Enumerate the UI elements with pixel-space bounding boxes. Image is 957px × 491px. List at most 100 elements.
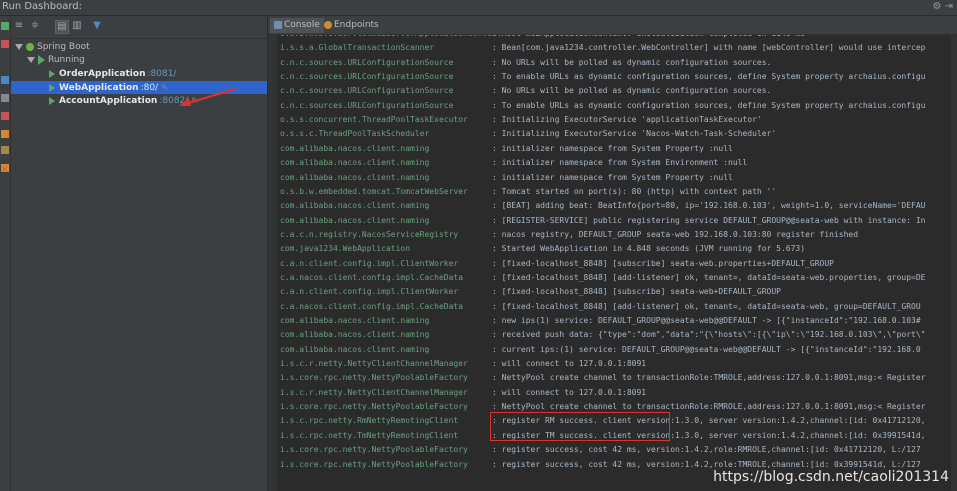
log-logger: com.alibaba.nacos.client.naming <box>280 143 430 153</box>
log-logger: c.a.nacos.client.config.impl.CacheData <box>280 272 464 282</box>
rerun-icon[interactable] <box>1 22 9 30</box>
collapse-all-icon[interactable]: ≑ <box>29 20 41 32</box>
expand-all-icon[interactable]: ≡ <box>13 20 25 32</box>
log-logger: c.n.c.sources.URLConfigurationSource <box>280 86 454 96</box>
title-bar: Run Dashboard: ⚙ ⇥ <box>0 0 957 16</box>
log-message: : will connect to 127.0.0.1:8091 <box>492 387 647 397</box>
log-message: : No URLs will be polled as dynamic conf… <box>492 57 772 67</box>
log-line: com.alibaba.nacos.client.naming : current… <box>280 343 921 357</box>
log-logger: com.alibaba.nacos.client.naming <box>280 330 430 340</box>
app-name: WebApplication <box>59 83 139 93</box>
log-message: : Bean[com.java1234.controller.WebContro… <box>492 43 926 53</box>
log-message: : current ips:(1) service: DEFAULT_GROUP… <box>492 344 921 354</box>
running-icon <box>38 54 45 65</box>
log-line: c.n.c.sources.URLConfigurationSource : No… <box>280 84 771 98</box>
stop-icon[interactable] <box>1 40 9 48</box>
log-logger: o.s.b.w.s.c.ServletWebServerApplicationC… <box>280 35 502 41</box>
log-message: : initializer namespace from System Prop… <box>492 172 733 182</box>
log-logger: i.s.core.rpc.netty.NettyPoolableFactory <box>280 459 468 469</box>
tree-node-spring-boot[interactable]: Spring Boot <box>15 41 90 54</box>
endpoints-icon <box>324 20 332 29</box>
window-controls[interactable]: ⚙ ⇥ <box>932 1 953 12</box>
log-message: : will connect to 127.0.0.1:8091 <box>492 359 647 369</box>
log-line: com.alibaba.nacos.client.naming : initial… <box>280 142 733 156</box>
tab-label: Console <box>284 20 320 30</box>
log-logger: i.s.c.rpc.netty.RmNettyRemotingClient <box>280 416 459 426</box>
log-logger: i.s.c.rpc.netty.TmNettyRemotingClient <box>280 430 459 440</box>
log-logger: c.a.c.n.registry.NacosServiceRegistry <box>280 229 459 239</box>
tree-node-running[interactable]: Running <box>27 54 85 67</box>
log-message: : Started WebApplication in 4.848 second… <box>492 244 806 254</box>
edit-icon[interactable]: ✎ <box>161 83 168 92</box>
tree-toolbar: ≡ ≑ ▤ ▥ ▼ <box>11 16 267 39</box>
log-message: : [fixed-localhost_8848] [subscribe] sea… <box>492 287 781 297</box>
run-config-icon <box>49 83 55 92</box>
log-logger: com.alibaba.nacos.client.naming <box>280 316 430 325</box>
tree-node-label: Running <box>48 55 85 65</box>
group-by-type-icon[interactable]: ▤ <box>55 20 69 34</box>
run-config-icon <box>49 69 55 78</box>
log-message: : To enable URLs as dynamic configuratio… <box>492 100 926 110</box>
log-line: i.s.core.rpc.netty.NettyPoolableFactory:… <box>280 443 921 457</box>
log-logger: c.a.n.client.config.impl.ClientWorker <box>280 287 459 297</box>
settings-icon[interactable] <box>1 146 9 154</box>
log-message: : received push data: {"type":"dom","dat… <box>492 330 926 340</box>
tree-node-order-application[interactable]: OrderApplication:8081/ <box>49 68 176 81</box>
watermark: https://blog.csdn.net/caoli201314 <box>713 469 949 485</box>
log-line: com.alibaba.nacos.client.naming: initial… <box>280 171 733 185</box>
log-message: : [BEAT] adding beat: BeatInfo{port=80, … <box>492 201 926 211</box>
log-line: o.s.s.c.ThreadPoolTaskScheduler : Initial… <box>280 127 776 141</box>
app-name: AccountApplication <box>59 96 158 106</box>
log-line: com.java1234.WebApplication: Started Web… <box>280 242 805 256</box>
log-line: o.s.s.concurrent.ThreadPoolTaskExecutor:… <box>280 113 762 127</box>
vertical-scrollbar[interactable] <box>951 35 957 491</box>
log-line: c.a.nacos.client.config.impl.CacheData : … <box>280 271 925 285</box>
log-logger: com.alibaba.nacos.client.naming <box>280 201 430 211</box>
exit-icon[interactable] <box>1 112 9 120</box>
log-line: i.s.core.rpc.netty.NettyPoolableFactory:… <box>280 371 925 385</box>
filter-icon[interactable]: ▼ <box>91 20 103 32</box>
run-config-icon <box>49 96 55 105</box>
pause-icon[interactable] <box>1 76 9 84</box>
group-by-status-icon[interactable]: ▥ <box>71 20 83 32</box>
expand-arrow-icon[interactable] <box>27 56 35 63</box>
log-line: com.alibaba.nacos.client.naming: initial… <box>280 156 747 170</box>
log-logger: c.n.c.sources.URLConfigurationSource <box>280 57 454 67</box>
log-message: : register success, cost 42 ms, version:… <box>492 445 921 455</box>
log-logger: o.s.s.concurrent.ThreadPoolTaskExecutor <box>280 115 468 125</box>
log-message: : register success, cost 42 ms, version:… <box>492 459 921 469</box>
run-dashboard-tree: ≡ ≑ ▤ ▥ ▼ Spring Boot Running OrderAppli… <box>11 16 268 491</box>
log-logger: c.a.nacos.client.config.impl.CacheData <box>280 301 464 311</box>
log-line: c.a.nacos.client.config.impl.CacheData: … <box>280 300 921 314</box>
log-line: com.alibaba.nacos.client.naming : [BEAT] … <box>280 199 925 213</box>
console-tabs: Console Endpoints <box>268 16 957 35</box>
close-icon[interactable]: × <box>1 166 9 175</box>
log-message: : [fixed-localhost_8848] [subscribe] sea… <box>492 258 834 268</box>
tab-console[interactable]: Console <box>270 18 324 33</box>
log-logger: i.s.c.r.netty.NettyClientChannelManager <box>280 387 468 397</box>
expand-arrow-icon[interactable] <box>15 43 23 50</box>
log-logger: com.alibaba.nacos.client.naming <box>280 344 430 354</box>
log-line: i.s.s.a.GlobalTransactionScanner : Bean[c… <box>280 41 925 55</box>
log-message: : No URLs will be polled as dynamic conf… <box>492 86 772 96</box>
log-logger: o.s.s.c.ThreadPoolTaskScheduler <box>280 129 430 139</box>
log-message: : Initializing ExecutorService 'Nacos-Wa… <box>492 129 777 139</box>
console-icon <box>274 20 282 29</box>
log-message: : [fixed-localhost_8848] [add-listener] … <box>492 272 926 282</box>
annotation-arrow <box>179 88 236 106</box>
app-port-link[interactable]: :8081/ <box>147 69 176 79</box>
camera-icon[interactable] <box>1 94 9 102</box>
window-title: Run Dashboard: <box>2 1 82 12</box>
log-message: : initializer namespace from System Envi… <box>492 158 748 168</box>
log-message: : NettyPool create channel to transactio… <box>492 373 926 383</box>
app-port-link[interactable]: :80/ <box>141 83 159 93</box>
restore-layout-icon[interactable] <box>1 130 9 138</box>
log-message: : Root WebApplicationContext: initializa… <box>492 35 805 38</box>
log-message: : [REGISTER-SERVICE] public registering … <box>492 215 926 225</box>
tab-endpoints[interactable]: Endpoints <box>320 18 383 33</box>
tree-node-account-application[interactable]: AccountApplication:8082/✎ <box>49 94 198 107</box>
log-logger: i.s.s.a.GlobalTransactionScanner <box>280 43 435 53</box>
log-message: : nacos registry, DEFAULT_GROUP seata-we… <box>492 229 859 239</box>
log-line: c.n.c.sources.URLConfigurationSource: To… <box>280 70 925 84</box>
log-message: : initializer namespace from System Prop… <box>492 143 733 153</box>
